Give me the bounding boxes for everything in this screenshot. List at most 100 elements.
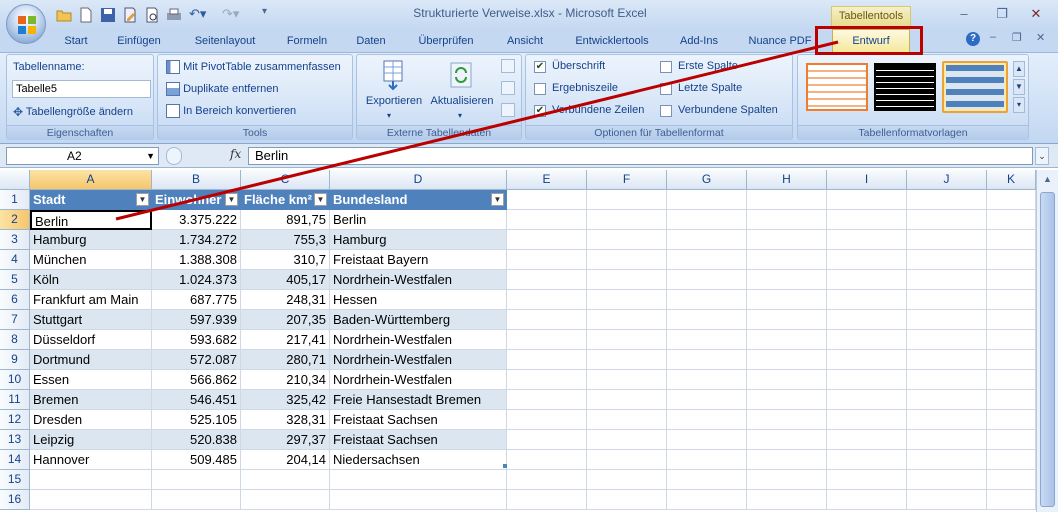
table-cell[interactable]: 525.105 — [152, 410, 241, 430]
empty-cell[interactable] — [987, 430, 1036, 450]
formula-bar-expand-icon[interactable]: ⌄ — [1035, 147, 1049, 165]
empty-cell[interactable] — [330, 490, 507, 510]
row-header[interactable]: 2 — [0, 210, 30, 230]
empty-cell[interactable] — [330, 470, 507, 490]
tab-formeln[interactable]: Formeln — [280, 33, 334, 51]
table-header-cell[interactable]: Stadt ▼ — [30, 190, 152, 210]
empty-cell[interactable] — [747, 230, 827, 250]
table-cell[interactable]: Freistaat Sachsen — [330, 430, 507, 450]
empty-cell[interactable] — [827, 250, 907, 270]
convert-range-button[interactable]: In Bereich konvertieren — [166, 104, 296, 118]
empty-cell[interactable] — [747, 330, 827, 350]
empty-cell[interactable] — [907, 290, 987, 310]
empty-cell[interactable] — [827, 230, 907, 250]
filter-dropdown-icon[interactable]: ▼ — [225, 193, 238, 206]
empty-cell[interactable] — [907, 270, 987, 290]
office-button[interactable] — [6, 4, 46, 44]
table-cell[interactable]: 546.451 — [152, 390, 241, 410]
table-resize-handle[interactable] — [503, 464, 507, 468]
column-header-e[interactable]: E — [507, 170, 587, 190]
empty-cell[interactable] — [987, 210, 1036, 230]
empty-cell[interactable] — [30, 490, 152, 510]
empty-cell[interactable] — [667, 250, 747, 270]
row-header[interactable]: 7 — [0, 310, 30, 330]
table-cell[interactable]: Nordrhein-Westfalen — [330, 270, 507, 290]
empty-cell[interactable] — [587, 350, 667, 370]
preview-icon[interactable] — [144, 7, 160, 23]
print-icon[interactable] — [166, 7, 182, 23]
properties-icon[interactable] — [501, 59, 515, 73]
empty-cell[interactable] — [987, 290, 1036, 310]
empty-cell[interactable] — [987, 230, 1036, 250]
empty-cell[interactable] — [587, 230, 667, 250]
empty-cell[interactable] — [667, 270, 747, 290]
empty-cell[interactable] — [907, 410, 987, 430]
empty-cell[interactable] — [667, 450, 747, 470]
table-cell[interactable]: Berlin — [330, 210, 507, 230]
empty-cell[interactable] — [507, 350, 587, 370]
table-cell[interactable]: 509.485 — [152, 450, 241, 470]
redo-icon[interactable]: ↷▾ — [222, 6, 239, 22]
row-header[interactable]: 6 — [0, 290, 30, 310]
table-name-input[interactable]: Tabelle5 — [12, 80, 151, 98]
empty-cell[interactable] — [747, 270, 827, 290]
tab-daten[interactable]: Daten — [350, 33, 392, 51]
empty-cell[interactable] — [827, 470, 907, 490]
table-cell[interactable]: Nordrhein-Westfalen — [330, 350, 507, 370]
row-header[interactable]: 3 — [0, 230, 30, 250]
empty-cell[interactable] — [507, 310, 587, 330]
table-cell[interactable]: 210,34 — [241, 370, 330, 390]
table-cell[interactable]: 325,42 — [241, 390, 330, 410]
tab-addins[interactable]: Add-Ins — [674, 33, 724, 51]
table-cell[interactable]: 755,3 — [241, 230, 330, 250]
row-header[interactable]: 11 — [0, 390, 30, 410]
tab-entwicklertools[interactable]: Entwicklertools — [566, 33, 658, 51]
export-dropdown-icon[interactable]: ▾ — [387, 111, 391, 120]
help-icon[interactable]: ? — [966, 32, 980, 46]
row-header[interactable]: 14 — [0, 450, 30, 470]
table-cell[interactable]: 297,37 — [241, 430, 330, 450]
empty-cell[interactable] — [987, 390, 1036, 410]
empty-cell[interactable] — [587, 470, 667, 490]
table-cell[interactable]: Frankfurt am Main — [30, 290, 152, 310]
row-header[interactable]: 9 — [0, 350, 30, 370]
empty-cell[interactable] — [987, 350, 1036, 370]
open-icon[interactable] — [56, 7, 72, 23]
table-cell[interactable]: 328,31 — [241, 410, 330, 430]
empty-cell[interactable] — [827, 390, 907, 410]
column-header-k[interactable]: K — [987, 170, 1036, 190]
table-cell[interactable]: 207,35 — [241, 310, 330, 330]
save-icon[interactable] — [100, 7, 116, 23]
table-cell[interactable]: 597.939 — [152, 310, 241, 330]
empty-cell[interactable] — [587, 270, 667, 290]
empty-cell[interactable] — [667, 470, 747, 490]
empty-cell[interactable] — [747, 490, 827, 510]
table-cell[interactable]: 891,75 — [241, 210, 330, 230]
empty-cell[interactable] — [987, 370, 1036, 390]
table-cell[interactable]: München — [30, 250, 152, 270]
gallery-more-icon[interactable]: ▾ — [1013, 97, 1025, 113]
empty-cell[interactable] — [667, 290, 747, 310]
table-cell[interactable]: Hamburg — [330, 230, 507, 250]
refresh-dropdown-icon[interactable]: ▾ — [458, 111, 462, 120]
empty-cell[interactable] — [507, 430, 587, 450]
undo-icon[interactable]: ↶▾ — [189, 6, 206, 22]
table-cell[interactable]: Niedersachsen — [330, 450, 507, 470]
empty-cell[interactable] — [827, 490, 907, 510]
active-cell[interactable]: Berlin — [30, 210, 152, 230]
table-header-cell[interactable]: Bundesland ▼ — [330, 190, 507, 210]
empty-cell[interactable] — [987, 190, 1036, 210]
table-cell[interactable]: 405,17 — [241, 270, 330, 290]
row-header[interactable]: 15 — [0, 470, 30, 490]
column-header-d[interactable]: D — [330, 170, 507, 190]
empty-cell[interactable] — [507, 370, 587, 390]
empty-cell[interactable] — [667, 330, 747, 350]
tab-nuance-pdf[interactable]: Nuance PDF — [744, 33, 816, 51]
filter-dropdown-icon[interactable]: ▼ — [136, 193, 149, 206]
column-header-a[interactable]: A — [30, 170, 152, 190]
close-icon[interactable]: ✕ — [1024, 4, 1048, 24]
minimize-icon[interactable]: – — [952, 4, 976, 24]
empty-cell[interactable] — [827, 310, 907, 330]
gallery-down-icon[interactable]: ▼ — [1013, 79, 1025, 95]
empty-cell[interactable] — [667, 350, 747, 370]
